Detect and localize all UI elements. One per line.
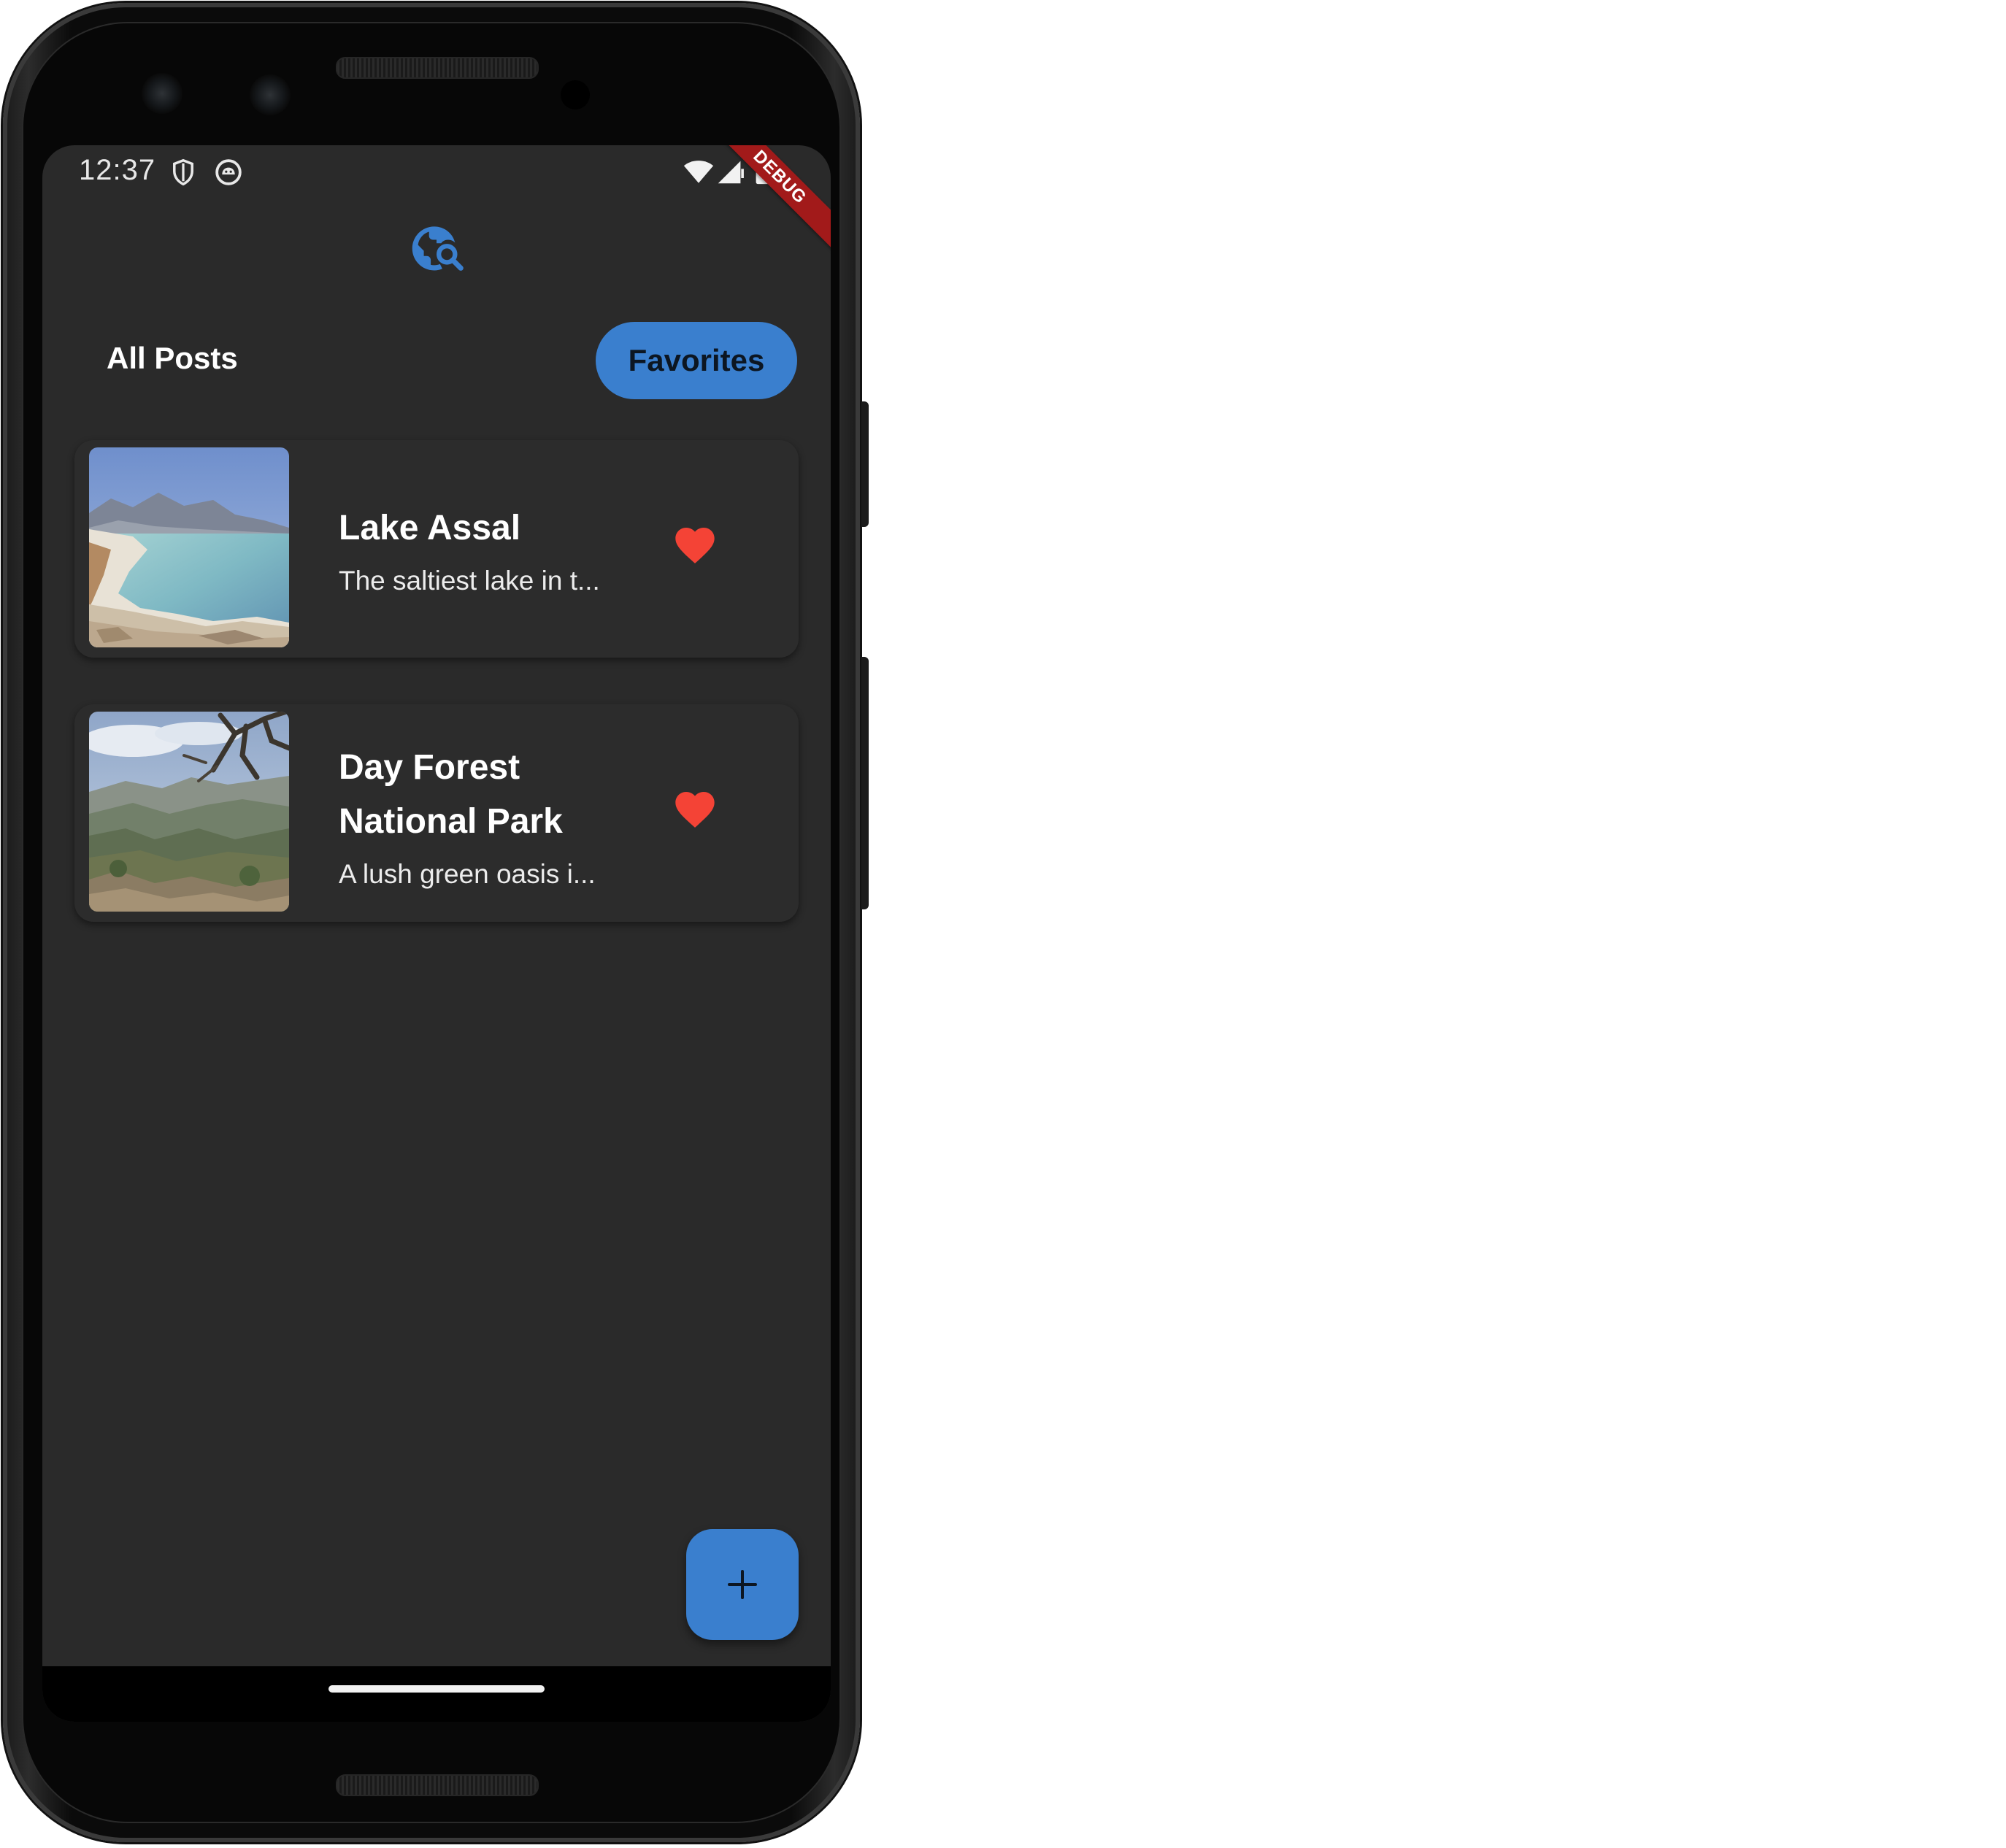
- post-thumbnail: [89, 712, 289, 912]
- add-post-button[interactable]: [686, 1529, 799, 1640]
- earpiece-speaker: [336, 57, 539, 79]
- favorite-heart-icon[interactable]: [672, 786, 718, 833]
- home-gesture-handle[interactable]: [328, 1685, 545, 1693]
- tab-favorites[interactable]: Favorites: [596, 322, 797, 399]
- post-description: The saltiest lake in t...: [339, 566, 600, 596]
- status-bar: 12:37: [42, 145, 831, 196]
- post-thumbnail: [89, 447, 289, 647]
- forest-photo: [89, 712, 289, 912]
- bottom-speaker: [336, 1774, 539, 1796]
- system-navigation-bar: [42, 1666, 831, 1722]
- plus-icon: [728, 1570, 757, 1599]
- favorite-heart-icon[interactable]: [672, 522, 718, 569]
- tab-all-posts[interactable]: All Posts: [107, 341, 238, 376]
- power-button: [861, 401, 869, 527]
- post-title: Day Forest National Park: [339, 748, 563, 841]
- wifi-icon: [683, 161, 714, 183]
- tab-favorites-label: Favorites: [628, 343, 765, 377]
- front-camera-secondary: [250, 74, 291, 115]
- app-screen: 12:37 DEBUG All Posts Favorites Lake Ass…: [42, 145, 831, 1722]
- volume-button: [861, 657, 869, 909]
- post-card[interactable]: Day Forest National Park A lush green oa…: [74, 704, 799, 922]
- post-card[interactable]: Lake Assal The saltiest lake in t...: [74, 440, 799, 658]
- post-title: Lake Assal: [339, 509, 521, 547]
- post-description: A lush green oasis i...: [339, 859, 596, 889]
- status-time: 12:37: [79, 154, 156, 186]
- shield-icon: [173, 158, 193, 186]
- phone-frame: 12:37 DEBUG All Posts Favorites Lake Ass…: [3, 3, 869, 1842]
- signal-icon: [718, 161, 744, 184]
- travel-explore-icon: [412, 226, 464, 271]
- lake-photo: [89, 447, 289, 647]
- android-icon: [215, 159, 242, 185]
- front-camera: [142, 73, 182, 114]
- proximity-sensor: [561, 80, 590, 109]
